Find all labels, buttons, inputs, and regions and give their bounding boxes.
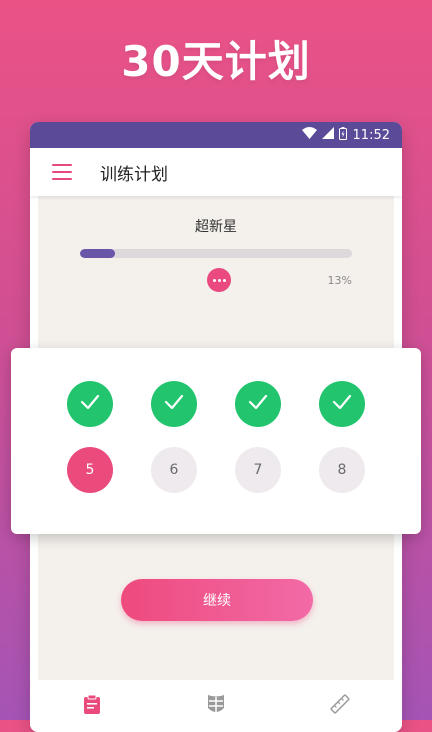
day-label: 7 [253,462,263,478]
status-time: 11:52 [352,127,390,143]
wifi-icon [301,127,317,143]
day-1-button[interactable] [67,381,113,427]
check-icon [80,394,100,414]
ruler-icon [330,694,350,718]
check-icon [164,394,184,414]
day-7-button[interactable]: 7 [235,447,281,493]
signal-icon [321,127,334,143]
day-label: 6 [169,462,179,478]
clipboard-icon [83,694,101,718]
check-icon [248,394,268,414]
status-bar: 11:52 [30,122,402,148]
day-8-button[interactable]: 8 [319,447,365,493]
promo-title: 30天计划 [121,37,311,86]
nav-exercises[interactable] [204,694,228,718]
check-icon [332,394,352,414]
day-label: 8 [337,462,347,478]
level-name: 超新星 [195,219,237,235]
day-label: 5 [85,462,95,478]
nav-plan[interactable] [80,694,104,718]
progress-percent: 13% [327,274,352,287]
battery-icon [338,126,347,144]
day-grid: 5 6 7 8 [67,381,367,493]
progress-bar [80,249,352,258]
day-2-button[interactable] [151,381,197,427]
day-3-button[interactable] [235,381,281,427]
continue-button[interactable]: 继续 [121,579,313,621]
day-progress-card: 5 6 7 8 [11,348,421,534]
more-options-button[interactable] [207,268,231,292]
bottom-navigation [30,680,402,732]
day-4-button[interactable] [319,381,365,427]
day-5-button[interactable]: 5 [67,447,113,493]
abs-icon [207,694,225,718]
app-bar: 训练计划 [30,148,402,196]
nav-measure[interactable] [328,694,352,718]
menu-icon[interactable] [52,164,72,180]
progress-fill [80,249,116,258]
page-title: 训练计划 [100,164,168,185]
day-6-button[interactable]: 6 [151,447,197,493]
